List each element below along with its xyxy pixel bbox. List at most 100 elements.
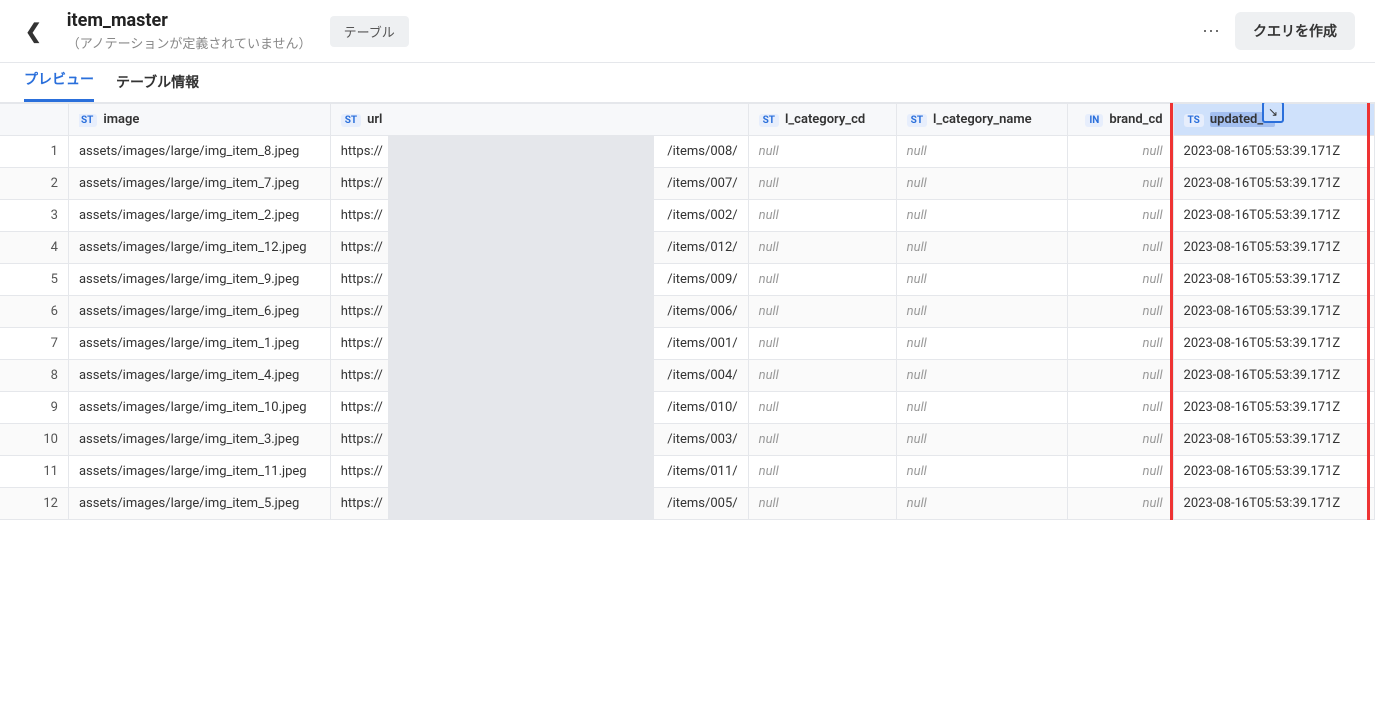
- column-header-l-category-cd[interactable]: STl_category_cd: [748, 104, 896, 136]
- cell: assets/images/large/img_item_10.jpeg: [68, 392, 330, 424]
- table-row[interactable]: 5assets/images/large/img_item_9.jpeghttp…: [0, 264, 1375, 296]
- cell: 2023-08-16T05:53:39.171Z: [1173, 200, 1374, 232]
- title-block: item_master （アノテーションが定義されていません）: [67, 10, 312, 52]
- cell: 2023-08-16T05:53:39.171Z: [1173, 456, 1374, 488]
- data-table: STimage STurl STl_category_cd STl_catego…: [0, 103, 1375, 520]
- type-badge-st: ST: [341, 114, 361, 127]
- column-header-url[interactable]: STurl: [330, 104, 748, 136]
- cell: 9: [0, 392, 68, 424]
- cell: assets/images/large/img_item_1.jpeg: [68, 328, 330, 360]
- column-header-l-category-name[interactable]: STl_category_name: [896, 104, 1067, 136]
- table-subtitle: （アノテーションが定義されていません）: [67, 33, 312, 52]
- redaction-mask: [388, 136, 654, 520]
- table-row[interactable]: 3assets/images/large/img_item_2.jpeghttp…: [0, 200, 1375, 232]
- cell: null: [896, 200, 1067, 232]
- type-badge-in: IN: [1085, 114, 1103, 127]
- cell: assets/images/large/img_item_11.jpeg: [68, 456, 330, 488]
- table-row[interactable]: 12assets/images/large/img_item_5.jpeghtt…: [0, 488, 1375, 520]
- cell: 2023-08-16T05:53:39.171Z: [1173, 232, 1374, 264]
- cell: null: [896, 232, 1067, 264]
- cell: assets/images/large/img_item_9.jpeg: [68, 264, 330, 296]
- table-row[interactable]: 4assets/images/large/img_item_12.jpeghtt…: [0, 232, 1375, 264]
- cell: null: [748, 200, 896, 232]
- cell: null: [748, 168, 896, 200]
- cell: assets/images/large/img_item_4.jpeg: [68, 360, 330, 392]
- data-table-wrap: ↘ STimage STurl STl_category_cd STl_cate…: [0, 103, 1375, 520]
- tab-preview[interactable]: プレビュー: [24, 59, 94, 102]
- column-header-image[interactable]: STimage: [68, 104, 330, 136]
- cell: null: [748, 360, 896, 392]
- header: ❮ item_master （アノテーションが定義されていません） テーブル ⋯…: [0, 0, 1375, 63]
- cell: null: [1067, 456, 1173, 488]
- type-badge-st: ST: [907, 114, 927, 127]
- cell: assets/images/large/img_item_7.jpeg: [68, 168, 330, 200]
- chevron-left-icon: ❮: [25, 19, 42, 43]
- cell: null: [896, 488, 1067, 520]
- cell: null: [896, 296, 1067, 328]
- create-query-button[interactable]: クエリを作成: [1235, 12, 1355, 50]
- cell: 5: [0, 264, 68, 296]
- cell: null: [1067, 200, 1173, 232]
- table-row[interactable]: 7assets/images/large/img_item_1.jpeghttp…: [0, 328, 1375, 360]
- cell: null: [896, 456, 1067, 488]
- cell: null: [1067, 296, 1173, 328]
- table-row[interactable]: 8assets/images/large/img_item_4.jpeghttp…: [0, 360, 1375, 392]
- cell: null: [748, 264, 896, 296]
- cell: null: [896, 360, 1067, 392]
- cell: 2023-08-16T05:53:39.171Z: [1173, 360, 1374, 392]
- cell: 3: [0, 200, 68, 232]
- cell: 2023-08-16T05:53:39.171Z: [1173, 328, 1374, 360]
- cell: 2023-08-16T05:53:39.171Z: [1173, 392, 1374, 424]
- cell: null: [748, 136, 896, 168]
- type-badge-st: ST: [759, 114, 779, 127]
- cell: 11: [0, 456, 68, 488]
- type-badge-ts: TS: [1184, 114, 1204, 127]
- cell: 1: [0, 136, 68, 168]
- cell: 6: [0, 296, 68, 328]
- cell: 4: [0, 232, 68, 264]
- cell: 2023-08-16T05:53:39.171Z: [1173, 424, 1374, 456]
- table-row[interactable]: 2assets/images/large/img_item_7.jpeghttp…: [0, 168, 1375, 200]
- table-row[interactable]: 11assets/images/large/img_item_11.jpeght…: [0, 456, 1375, 488]
- cell: null: [748, 392, 896, 424]
- cell: null: [1067, 392, 1173, 424]
- table-row[interactable]: 10assets/images/large/img_item_3.jpeghtt…: [0, 424, 1375, 456]
- cell: null: [748, 488, 896, 520]
- column-header-brand-cd[interactable]: INbrand_cd: [1067, 104, 1173, 136]
- cell: null: [896, 264, 1067, 296]
- table-row[interactable]: 9assets/images/large/img_item_10.jpeghtt…: [0, 392, 1375, 424]
- cell: 10: [0, 424, 68, 456]
- cell: null: [896, 328, 1067, 360]
- cell: assets/images/large/img_item_3.jpeg: [68, 424, 330, 456]
- table-row[interactable]: 6assets/images/large/img_item_6.jpeghttp…: [0, 296, 1375, 328]
- cell: assets/images/large/img_item_2.jpeg: [68, 200, 330, 232]
- cell: assets/images/large/img_item_5.jpeg: [68, 488, 330, 520]
- cell: null: [748, 424, 896, 456]
- table-name: item_master: [67, 10, 312, 31]
- cell: 2023-08-16T05:53:39.171Z: [1173, 168, 1374, 200]
- cell: null: [1067, 168, 1173, 200]
- cell: null: [748, 328, 896, 360]
- back-button[interactable]: ❮: [20, 14, 52, 48]
- cell: assets/images/large/img_item_6.jpeg: [68, 296, 330, 328]
- cell: 2023-08-16T05:53:39.171Z: [1173, 296, 1374, 328]
- cell: 2: [0, 168, 68, 200]
- cursor-annotation-icon: ↘: [1262, 103, 1284, 123]
- cell: assets/images/large/img_item_8.jpeg: [68, 136, 330, 168]
- cell: null: [1067, 360, 1173, 392]
- cell: assets/images/large/img_item_12.jpeg: [68, 232, 330, 264]
- cell: null: [748, 456, 896, 488]
- table-row[interactable]: 1assets/images/large/img_item_8.jpeghttp…: [0, 136, 1375, 168]
- cell: null: [896, 424, 1067, 456]
- cell: null: [1067, 136, 1173, 168]
- cell: null: [1067, 488, 1173, 520]
- cell: 12: [0, 488, 68, 520]
- cell: 7: [0, 328, 68, 360]
- cell: null: [748, 232, 896, 264]
- cell: 2023-08-16T05:53:39.171Z: [1173, 136, 1374, 168]
- cell: null: [896, 168, 1067, 200]
- cell: null: [748, 296, 896, 328]
- tab-table-info[interactable]: テーブル情報: [116, 62, 199, 102]
- cell: null: [1067, 328, 1173, 360]
- more-menu-button[interactable]: ⋯: [1188, 15, 1235, 48]
